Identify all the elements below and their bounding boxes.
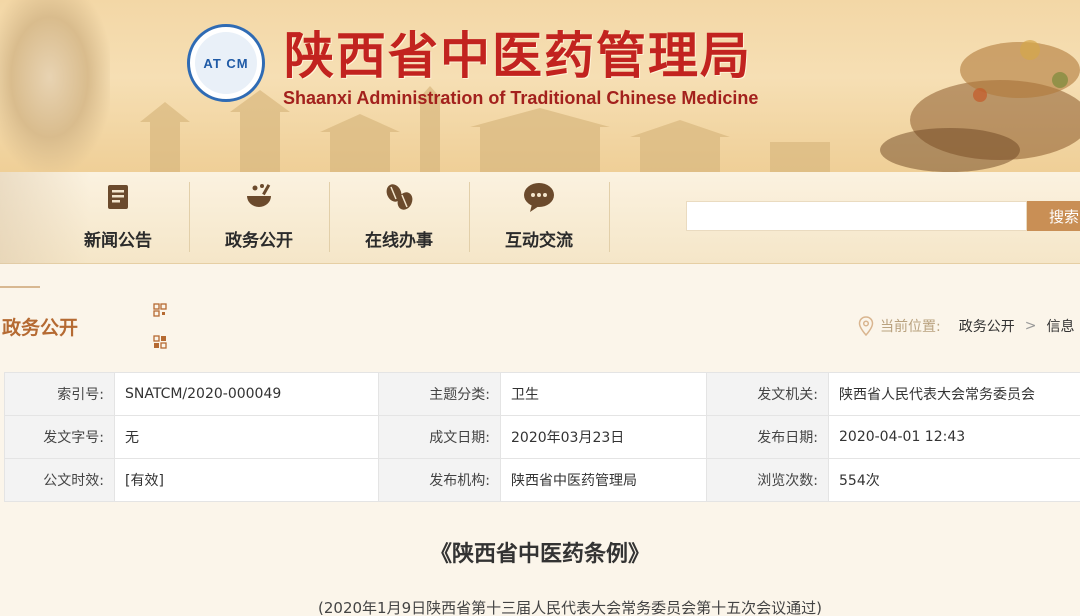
site-title: 陕西省中医药管理局 [284,26,752,85]
qr-code-icon[interactable] [153,303,167,317]
share-grid-icon[interactable] [153,335,167,349]
section-title: 政务公开 [2,317,79,339]
herbs-illustration [880,40,1080,172]
bowl-icon [242,180,276,214]
leaf-icon [382,180,416,214]
site-logo[interactable]: AT CM [187,24,265,102]
logo-emblem: AT CM [195,32,257,94]
site-subtitle: Shaanxi Administration of Traditional Ch… [283,88,759,108]
info-value: SNATCM/2020-000049 [114,372,379,416]
search-input[interactable] [686,201,1027,231]
nav-item-label: 互动交流 [505,231,573,251]
table-row: 公文时效: [有效] 发布机构: 陕西省中医药管理局 浏览次数: 554次 [4,458,1080,502]
nav-item-government[interactable]: 政务公开 [189,172,329,264]
nav-item-news[interactable]: 新闻公告 [48,172,188,264]
document-title: 《陕西省中医药条例》 [429,542,650,567]
info-key: 索引号: [4,372,115,416]
nav-item-label: 新闻公告 [84,231,152,251]
breadcrumb: 当前位置: 政务公开 > 信息 [858,316,1074,336]
table-row: 索引号: SNATCM/2020-000049 主题分类: 卫生 发文机关: 陕… [4,372,1080,416]
breadcrumb-item[interactable]: 信息 [1046,316,1074,336]
info-value: 卫生 [500,372,707,416]
document-subtitle: (2020年1月9日陕西省第十三届人民代表大会常务委员会第十五次会议通过) [318,599,822,616]
breadcrumb-separator: > [1024,318,1037,334]
search-button[interactable]: 搜索 [1027,201,1080,231]
document-info-table: 索引号: SNATCM/2020-000049 主题分类: 卫生 发文机关: 陕… [4,372,1080,502]
logo-text: AT CM [203,55,249,71]
info-value: 无 [114,415,379,459]
info-key: 发文机关: [706,372,829,416]
info-key: 发文字号: [4,415,115,459]
info-value: 陕西省人民代表大会常务委员会 [828,372,1080,416]
info-key: 成文日期: [378,415,501,459]
info-key: 主题分类: [378,372,501,416]
nav-item-label: 在线办事 [365,231,433,251]
validity-status: [有效] [114,458,379,502]
nav-item-label: 政务公开 [225,231,293,251]
table-row: 发文字号: 无 成文日期: 2020年03月23日 发布日期: 2020-04-… [4,415,1080,459]
info-value: 2020年03月23日 [500,415,707,459]
nav-item-online-service[interactable]: 在线办事 [329,172,469,264]
info-value: 554次 [828,458,1080,502]
info-value: 陕西省中医药管理局 [500,458,707,502]
info-key: 公文时效: [4,458,115,502]
section-divider [0,286,40,288]
document-icon [101,180,135,214]
nav-divider [609,182,610,252]
info-key: 发布日期: [706,415,829,459]
info-value: 2020-04-01 12:43 [828,415,1080,459]
chat-bubble-icon [522,180,556,214]
breadcrumb-prefix: 当前位置: [880,319,941,335]
info-key: 浏览次数: [706,458,829,502]
nav-item-interaction[interactable]: 互动交流 [469,172,609,264]
breadcrumb-item[interactable]: 政务公开 [959,316,1015,336]
location-pin-icon [858,316,874,336]
info-key: 发布机构: [378,458,501,502]
